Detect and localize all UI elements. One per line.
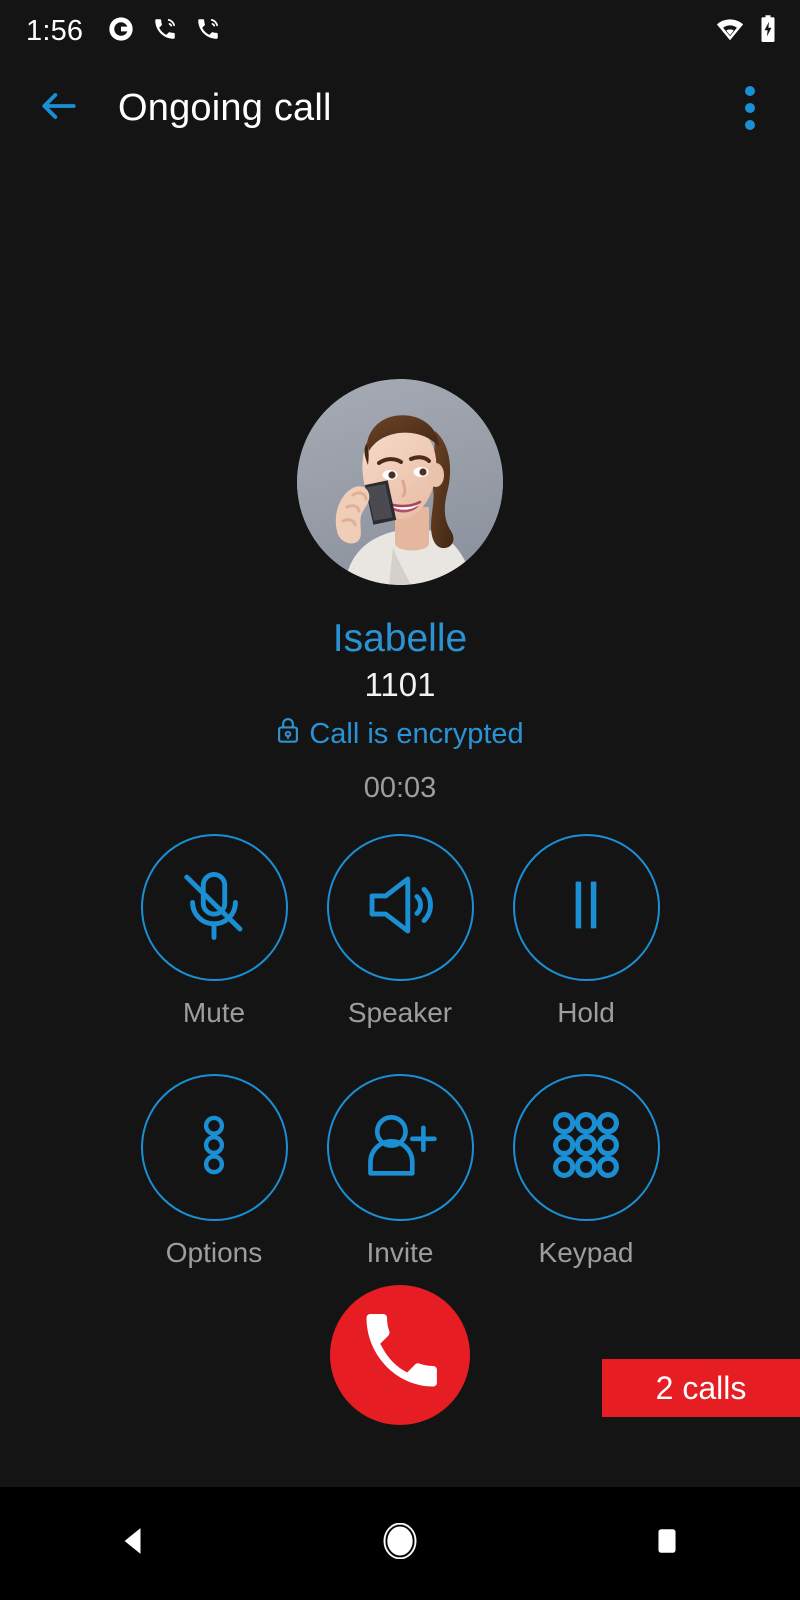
overflow-menu-icon: [745, 120, 755, 130]
status-clock: 1:56: [26, 14, 84, 47]
nav-back-button[interactable]: [73, 1487, 193, 1600]
invite-button[interactable]: Invite: [326, 1074, 474, 1269]
call-actions-grid: Mute Speaker Hold Options Invite Keypad: [0, 834, 800, 1269]
nav-back-icon: [115, 1523, 151, 1564]
call-duration: 00:03: [363, 772, 437, 804]
active-call-icon: [152, 16, 178, 47]
status-right-icons: [715, 14, 778, 49]
overflow-menu-button[interactable]: [718, 76, 782, 140]
avatar: [297, 379, 503, 585]
options-label: Options: [165, 1237, 263, 1268]
options-button[interactable]: Options: [140, 1074, 288, 1269]
status-bar: 1:56: [0, 0, 800, 62]
keypad-button-circle: [512, 1074, 660, 1221]
end-call-button[interactable]: [330, 1285, 470, 1425]
hold-label: Hold: [557, 997, 615, 1028]
active-call-icon: [195, 16, 221, 47]
wifi-icon: [715, 14, 745, 49]
nav-home-icon: [382, 1522, 418, 1564]
mute-label: Mute: [182, 997, 246, 1028]
invite-label: Invite: [366, 1237, 434, 1268]
encryption-label: Call is encrypted: [309, 717, 524, 750]
page-title: Ongoing call: [118, 86, 332, 129]
system-navigation-bar: [0, 1487, 800, 1600]
speaker-label: Speaker: [347, 997, 453, 1028]
app-bar: Ongoing call: [0, 62, 800, 154]
options-button-circle: [140, 1074, 288, 1221]
speaker-button-circle: [326, 834, 474, 981]
nav-home-button[interactable]: [340, 1487, 460, 1600]
call-actions-row-2: Options Invite Keypad: [0, 1074, 800, 1269]
keypad-button[interactable]: Keypad: [512, 1074, 660, 1269]
encryption-status: Call is encrypted: [0, 716, 800, 752]
pause-icon: [551, 870, 621, 945]
status-left-icons: [107, 15, 221, 48]
contact-name: Isabelle: [332, 617, 468, 660]
hangup-phone-icon: [359, 1312, 441, 1399]
calls-count-banner[interactable]: 2 calls: [602, 1359, 800, 1417]
mute-button[interactable]: Mute: [140, 834, 288, 1029]
invite-button-circle: [326, 1074, 474, 1221]
speaker-icon: [361, 866, 439, 949]
overflow-menu-icon: [745, 103, 755, 113]
call-actions-row-1: Mute Speaker Hold: [0, 834, 800, 1029]
nav-recents-button[interactable]: [607, 1487, 727, 1600]
overflow-menu-icon: [745, 86, 755, 96]
battery-charging-icon: [758, 14, 778, 49]
hold-button[interactable]: Hold: [512, 834, 660, 1029]
more-vertical-icon: [179, 1110, 249, 1185]
back-button[interactable]: [22, 71, 96, 145]
data-saver-icon: [107, 15, 135, 48]
speaker-button[interactable]: Speaker: [326, 834, 474, 1029]
mute-button-circle: [140, 834, 288, 981]
mic-off-icon: [175, 866, 253, 949]
keypad-label: Keypad: [538, 1237, 634, 1268]
lock-icon: [276, 716, 300, 752]
contact-number: 1101: [364, 666, 436, 703]
nav-recents-icon: [651, 1525, 683, 1562]
phone-screen: 1:56 Ongoing call Isabelle 1101 Call is …: [0, 0, 800, 1600]
hold-button-circle: [512, 834, 660, 981]
person-add-icon: [360, 1105, 440, 1190]
back-arrow-icon: [37, 84, 81, 133]
dialpad-icon: [545, 1104, 627, 1191]
